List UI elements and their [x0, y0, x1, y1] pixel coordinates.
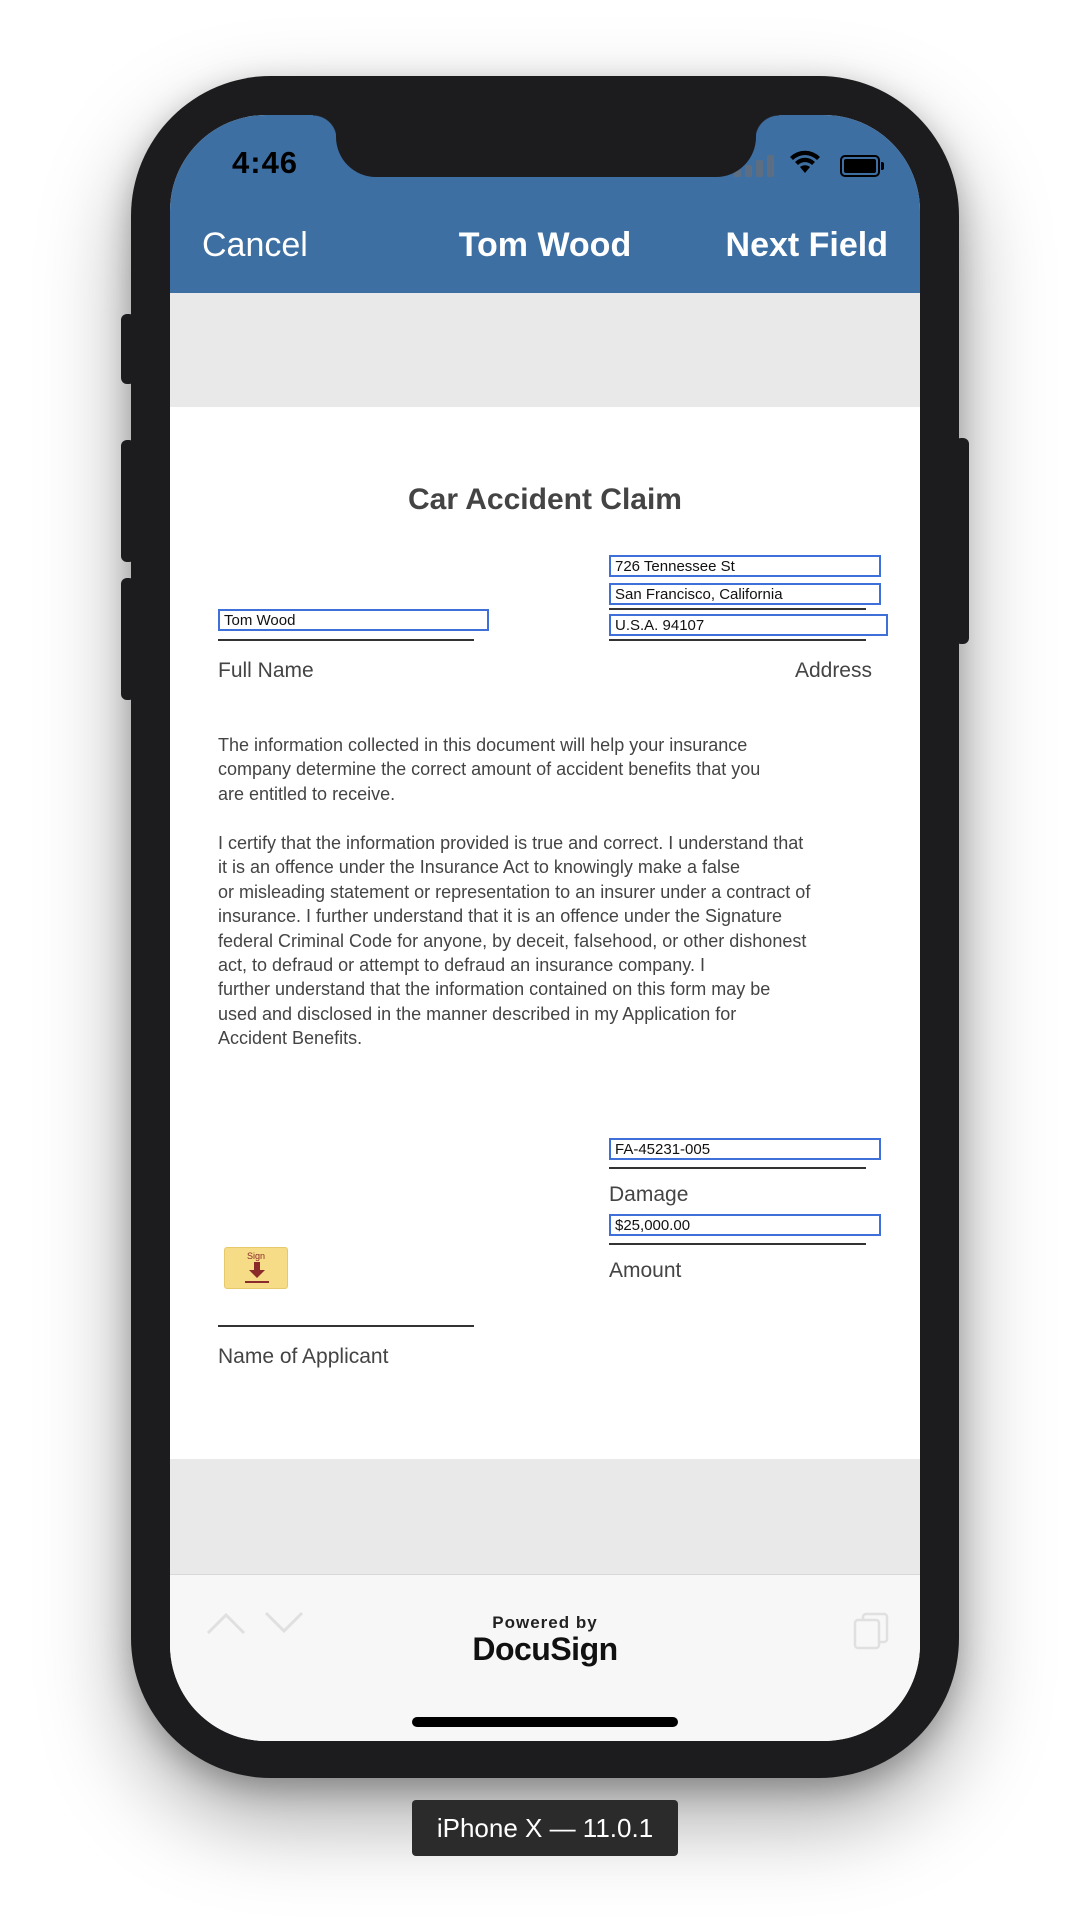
- document-top-margin: [170, 293, 920, 407]
- damage-label: Damage: [609, 1183, 689, 1206]
- certification-paragraph: I certify that the information provided …: [218, 833, 811, 1049]
- device-notch: [313, 115, 779, 177]
- document-title: Car Accident Claim: [408, 483, 682, 516]
- amount-field[interactable]: $25,000.00: [609, 1214, 881, 1236]
- full-name-rule: [218, 639, 474, 641]
- sign-tab-label: Sign: [246, 1251, 265, 1261]
- simulator-label: iPhone X — 11.0.1: [412, 1800, 678, 1856]
- address-label: Address: [794, 659, 872, 682]
- footer-toolbar: Powered by DocuSign: [170, 1574, 920, 1741]
- volume-up-button: [121, 440, 135, 562]
- battery-icon: [840, 155, 884, 177]
- address-line2-field[interactable]: San Francisco, California: [609, 583, 881, 605]
- applicant-label: Name of Applicant: [218, 1345, 389, 1368]
- navigation-bar: 4:46 Cancel Tom Wood Next Field: [170, 115, 920, 293]
- document-page: Car Accident Claim 726 Tennessee St San …: [170, 407, 920, 1459]
- applicant-rule: [218, 1325, 474, 1327]
- info-paragraph: The information collected in this docume…: [218, 735, 761, 804]
- power-button: [955, 438, 969, 644]
- powered-by-text: Powered by: [492, 1613, 598, 1632]
- home-indicator[interactable]: [412, 1717, 678, 1727]
- address-rule: [609, 639, 866, 641]
- full-name-field[interactable]: Tom Wood: [218, 609, 489, 631]
- amount-rule: [609, 1243, 866, 1245]
- address-line3-field[interactable]: U.S.A. 94107: [609, 614, 888, 636]
- device-screen: 4:46 Cancel Tom Wood Next Field Car Acci…: [170, 115, 920, 1741]
- copy-icon[interactable]: [851, 1610, 891, 1650]
- volume-down-button: [121, 578, 135, 700]
- damage-rule: [609, 1167, 866, 1169]
- address-rule: [609, 608, 866, 610]
- status-time: 4:46: [232, 145, 299, 180]
- wifi-icon: [790, 150, 820, 173]
- full-name-label: Full Name: [218, 659, 314, 682]
- docusign-logo: DocuSign: [472, 1631, 618, 1667]
- download-arrow-icon: [245, 1262, 269, 1283]
- amount-label: Amount: [609, 1259, 682, 1282]
- sign-here-tab[interactable]: Sign: [224, 1247, 288, 1289]
- mute-switch: [121, 314, 135, 384]
- document-bottom-margin: [170, 1459, 920, 1574]
- damage-field[interactable]: FA-45231-005: [609, 1138, 881, 1160]
- next-field-button[interactable]: Next Field: [726, 226, 888, 265]
- address-line1-field[interactable]: 726 Tennessee St: [609, 555, 881, 577]
